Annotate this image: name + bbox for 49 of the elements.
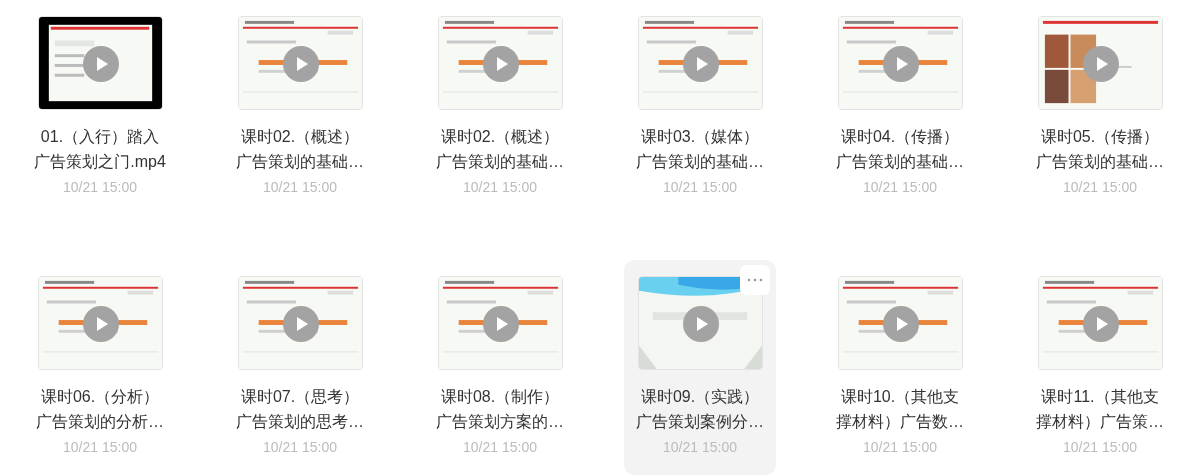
- file-card[interactable]: 课时06.（分析） 广告策划的分析… 10/21 15:00: [24, 260, 176, 475]
- file-card[interactable]: 课时07.（思考） 广告策划的思考… 10/21 15:00: [224, 260, 376, 475]
- file-name: 课时10.（其他支 撑材料）广告数…: [836, 387, 964, 432]
- play-icon[interactable]: [82, 306, 119, 342]
- file-name: 课时04.（传播） 广告策划的基础…: [836, 127, 964, 172]
- file-card[interactable]: 课时08.（制作） 广告策划方案的… 10/21 15:00: [424, 260, 576, 475]
- play-icon[interactable]: [1082, 46, 1119, 82]
- file-date: 10/21 15:00: [863, 438, 937, 457]
- file-card[interactable]: 课时02.（概述） 广告策划的基础… 10/21 15:00: [424, 0, 576, 215]
- file-name: 课时02.（概述） 广告策划的基础…: [436, 127, 564, 172]
- file-date: 10/21 15:00: [63, 438, 137, 457]
- file-date: 10/21 15:00: [663, 178, 737, 197]
- play-icon[interactable]: [682, 46, 719, 82]
- file-date: 10/21 15:00: [63, 178, 137, 197]
- file-date: 10/21 15:00: [1063, 438, 1137, 457]
- file-name: 01.（入行）踏入 广告策划之门.mp4: [34, 127, 166, 172]
- file-date: 10/21 15:00: [263, 438, 337, 457]
- file-card[interactable]: 课时11.（其他支 撑材料）广告策… 10/21 15:00: [1024, 260, 1176, 475]
- file-date: 10/21 15:00: [863, 178, 937, 197]
- play-icon[interactable]: [882, 306, 919, 342]
- play-icon[interactable]: [482, 306, 519, 342]
- file-card[interactable]: 课时04.（传播） 广告策划的基础… 10/21 15:00: [824, 0, 976, 215]
- play-icon[interactable]: [1082, 306, 1119, 342]
- file-card[interactable]: 课时02.（概述） 广告策划的基础… 10/21 15:00: [224, 0, 376, 215]
- file-date: 10/21 15:00: [663, 438, 737, 457]
- file-card[interactable]: 课时09.（实践） 广告策划案例分… 10/21 15:00: [624, 260, 776, 475]
- file-name: 课时02.（概述） 广告策划的基础…: [236, 127, 364, 172]
- file-date: 10/21 15:00: [263, 178, 337, 197]
- file-name: 课时08.（制作） 广告策划方案的…: [436, 387, 564, 432]
- file-date: 10/21 15:00: [463, 438, 537, 457]
- file-date: 10/21 15:00: [1063, 178, 1137, 197]
- more-icon: [747, 278, 763, 282]
- play-icon[interactable]: [282, 306, 319, 342]
- file-card[interactable]: 课时10.（其他支 撑材料）广告数… 10/21 15:00: [824, 260, 976, 475]
- file-name: 课时06.（分析） 广告策划的分析…: [36, 387, 164, 432]
- file-name: 课时05.（传播） 广告策划的基础…: [1036, 127, 1164, 172]
- play-icon[interactable]: [82, 46, 119, 82]
- play-icon[interactable]: [682, 306, 719, 342]
- play-icon[interactable]: [282, 46, 319, 82]
- file-card[interactable]: 课时05.（传播） 广告策划的基础… 10/21 15:00: [1024, 0, 1176, 215]
- file-name: 课时07.（思考） 广告策划的思考…: [236, 387, 364, 432]
- file-date: 10/21 15:00: [463, 178, 537, 197]
- file-name: 课时03.（媒体） 广告策划的基础…: [636, 127, 764, 172]
- file-name: 课时11.（其他支 撑材料）广告策…: [1036, 387, 1164, 432]
- play-icon[interactable]: [482, 46, 519, 82]
- file-card[interactable]: 课时03.（媒体） 广告策划的基础… 10/21 15:00: [624, 0, 776, 215]
- file-card[interactable]: 01.（入行）踏入 广告策划之门.mp4 10/21 15:00: [24, 0, 176, 215]
- file-name: 课时09.（实践） 广告策划案例分…: [636, 387, 764, 432]
- play-icon[interactable]: [882, 46, 919, 82]
